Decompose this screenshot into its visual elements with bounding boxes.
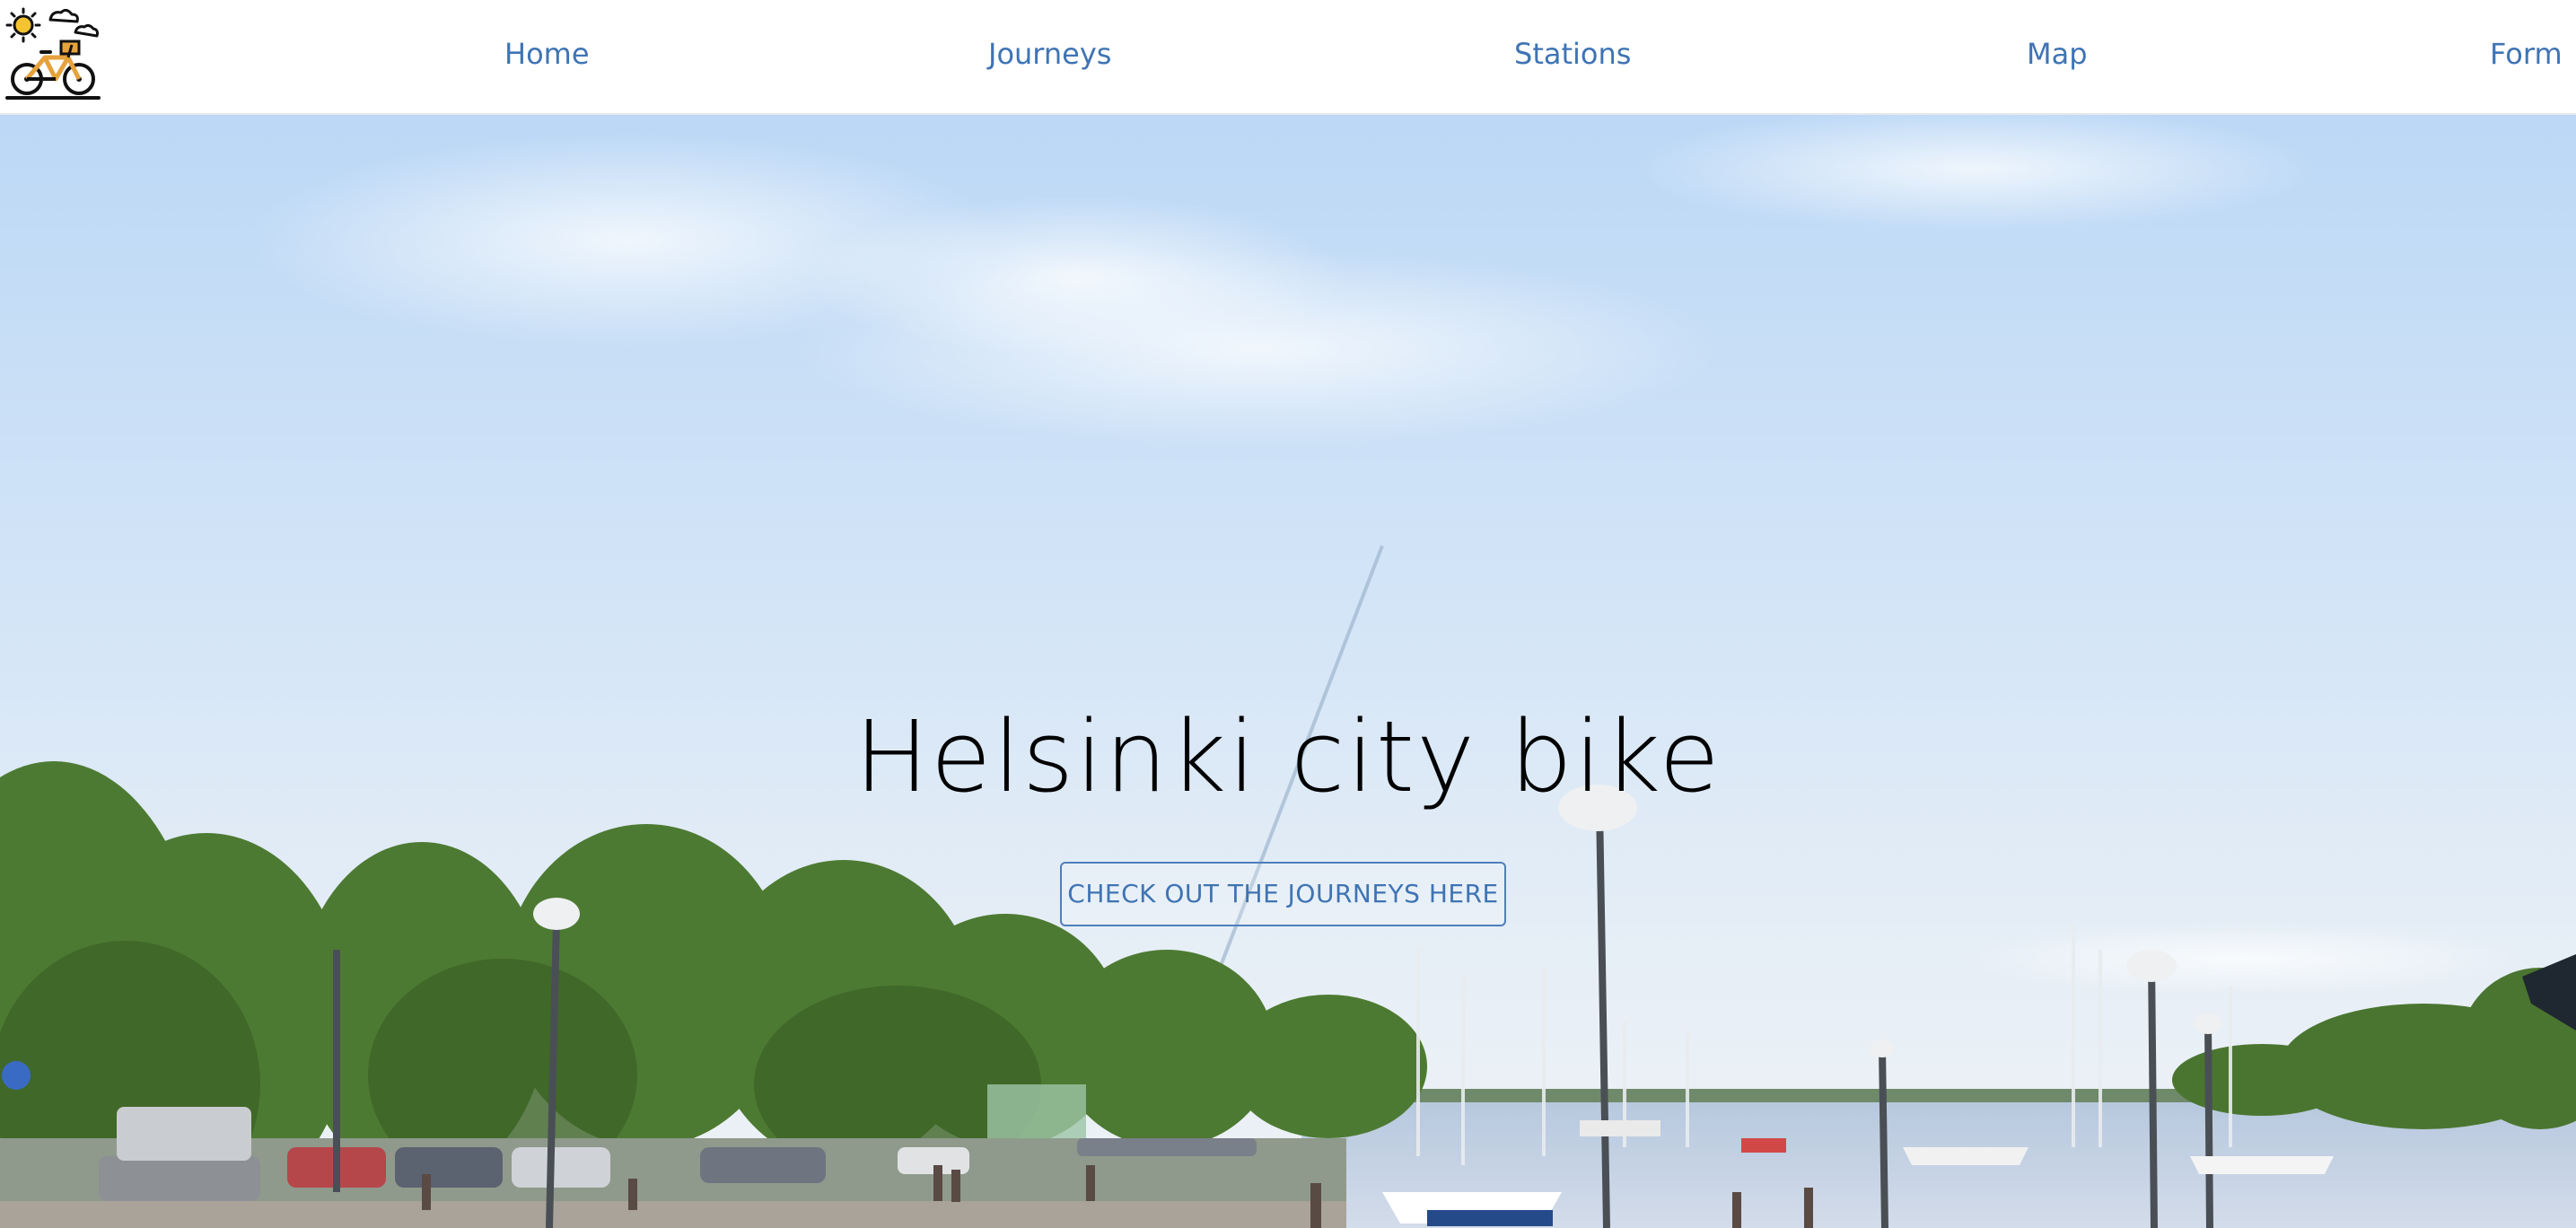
check-journeys-button[interactable]: CHECK OUT THE JOURNEYS HERE: [1060, 862, 1506, 926]
hero-title: Helsinki city bike: [854, 699, 1722, 814]
nav-link-stations[interactable]: Stations: [1514, 0, 1631, 108]
nav-link-journeys[interactable]: Journeys: [988, 0, 1111, 108]
hero-section: Helsinki city bike CHECK OUT THE JOURNEY…: [0, 115, 2576, 1228]
nav-link-home[interactable]: Home: [504, 0, 590, 108]
harbour-background-image: [0, 115, 2576, 1228]
nav-link-form[interactable]: Form: [2490, 0, 2563, 108]
nav-link-map[interactable]: Map: [2027, 0, 2088, 108]
navbar: Home Journeys Stations Map Form: [0, 0, 2576, 115]
bike-logo-icon[interactable]: [5, 5, 101, 101]
